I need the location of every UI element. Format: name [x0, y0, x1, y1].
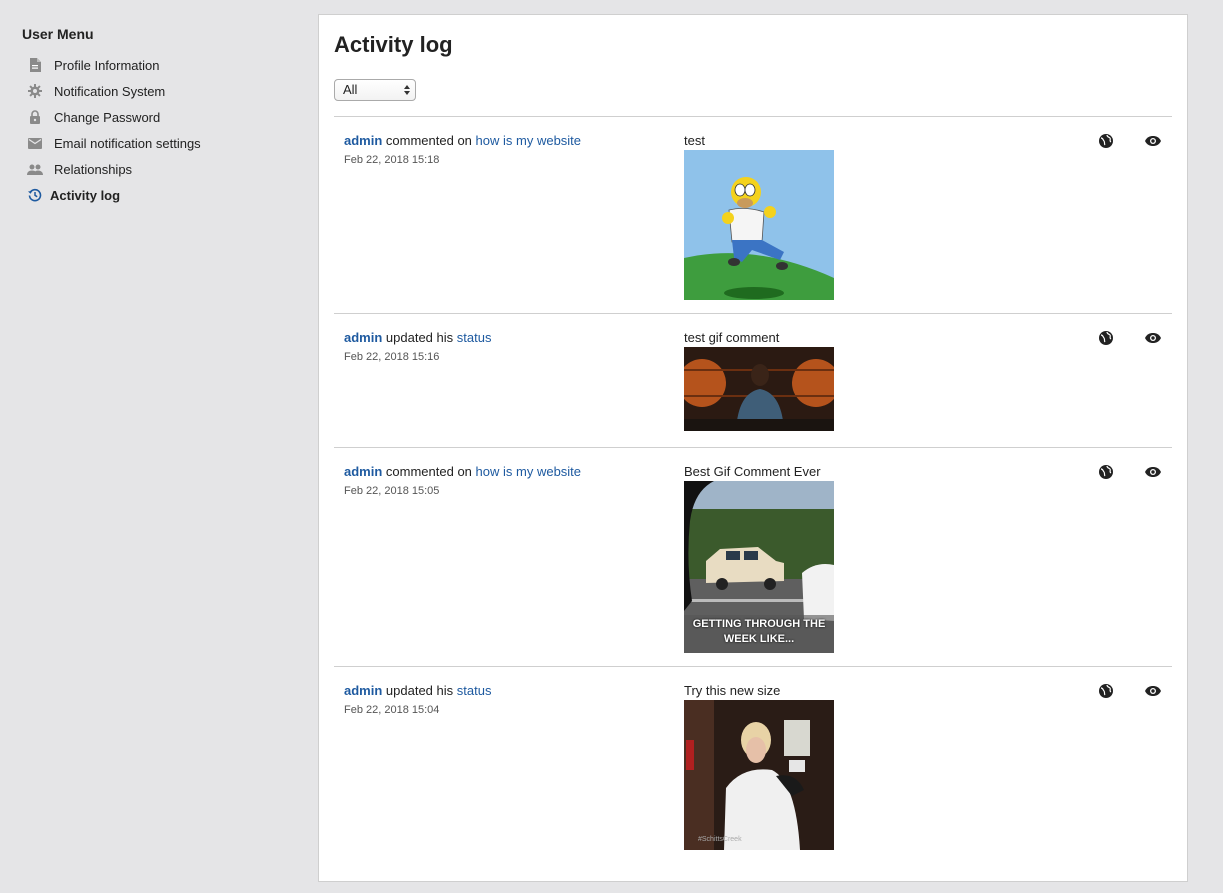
entry-action: admin commented on how is my website	[344, 133, 581, 148]
globe-icon[interactable]	[1098, 683, 1114, 699]
gif-image: GETTING THROUGH THE WEEK LIKE...	[684, 481, 834, 653]
page-title: Activity log	[334, 32, 453, 57]
globe-icon[interactable]	[1098, 464, 1114, 480]
entry-content-text: Try this new size	[684, 683, 781, 698]
user-link[interactable]: admin	[344, 464, 382, 479]
entry-action: admin updated his status	[344, 330, 491, 345]
entry-verb: commented on	[385, 133, 472, 148]
history-icon	[27, 187, 43, 203]
entry-date: Feb 22, 2018 15:05	[344, 485, 440, 497]
entry-verb: updated his	[385, 330, 454, 345]
entry-content: test	[684, 133, 834, 300]
eye-icon[interactable]	[1145, 330, 1161, 346]
sidebar-item-label: Activity log	[50, 187, 121, 203]
gif-image	[684, 347, 834, 431]
activity-entry: admin updated his status Feb 22, 2018 15…	[334, 683, 1172, 853]
entry-action: admin commented on how is my website	[344, 464, 581, 479]
divider	[334, 313, 1172, 314]
entry-content: Try this new size #SchittsCreek	[684, 683, 834, 850]
activity-entry: admin updated his status Feb 22, 2018 15…	[334, 330, 1172, 448]
divider	[334, 116, 1172, 117]
target-link[interactable]: how is my website	[476, 464, 581, 479]
globe-icon[interactable]	[1098, 133, 1114, 149]
sidebar-item-label: Profile Information	[54, 57, 160, 73]
activity-filter-select[interactable]: All	[334, 79, 416, 101]
gif-image: #SchittsCreek	[684, 700, 834, 850]
select-arrows-icon	[404, 85, 410, 95]
entry-content: Best Gif Comment Ever GETTING THROUGH TH…	[684, 464, 834, 653]
activity-entry: admin commented on how is my website Feb…	[334, 133, 1172, 300]
eye-icon[interactable]	[1145, 133, 1161, 149]
entry-date: Feb 22, 2018 15:16	[344, 351, 440, 363]
entry-content-text: test	[684, 133, 705, 148]
document-icon	[27, 57, 43, 73]
user-link[interactable]: admin	[344, 683, 382, 698]
sidebar-item-activity-log[interactable]: Activity log	[22, 182, 292, 208]
entry-action: admin updated his status	[344, 683, 491, 698]
entry-date: Feb 22, 2018 15:04	[344, 704, 440, 716]
sidebar-item-label: Notification System	[54, 83, 166, 99]
activity-entry: admin commented on how is my website Feb…	[334, 464, 1172, 654]
divider	[334, 666, 1172, 667]
filter-selected-value: All	[343, 82, 358, 97]
entry-date: Feb 22, 2018 15:18	[344, 154, 440, 166]
target-link[interactable]: status	[457, 330, 492, 345]
user-link[interactable]: admin	[344, 330, 382, 345]
sidebar-item-label: Change Password	[54, 109, 161, 125]
user-link[interactable]: admin	[344, 133, 382, 148]
user-menu-title: User Menu	[22, 26, 94, 42]
people-icon	[27, 161, 43, 177]
eye-icon[interactable]	[1145, 464, 1161, 480]
sidebar-item-email-notification-settings[interactable]: Email notification settings	[22, 130, 292, 156]
entry-content-text: Best Gif Comment Ever	[684, 464, 821, 479]
envelope-icon	[27, 135, 43, 151]
entry-verb: commented on	[385, 464, 472, 479]
entry-content: test gif comment	[684, 330, 834, 431]
sidebar-item-notification-system[interactable]: Notification System	[22, 78, 292, 104]
sidebar-item-label: Relationships	[54, 161, 133, 177]
lock-icon	[27, 109, 43, 125]
globe-icon[interactable]	[1098, 330, 1114, 346]
sidebar-item-profile-information[interactable]: Profile Information	[22, 52, 292, 78]
sidebar-item-label: Email notification settings	[54, 135, 201, 151]
divider	[334, 447, 1172, 448]
sidebar-item-change-password[interactable]: Change Password	[22, 104, 292, 130]
user-menu: User Menu Profile Information Notificati…	[22, 26, 292, 208]
eye-icon[interactable]	[1145, 683, 1161, 699]
gif-watermark: #SchittsCreek	[698, 836, 742, 843]
gif-image	[684, 150, 834, 300]
entry-verb: updated his	[385, 683, 454, 698]
entry-content-text: test gif comment	[684, 330, 780, 345]
gif-caption: GETTING THROUGH THE WEEK LIKE...	[692, 618, 826, 645]
gear-icon	[27, 83, 43, 99]
sidebar-item-relationships[interactable]: Relationships	[22, 156, 292, 182]
target-link[interactable]: how is my website	[476, 133, 581, 148]
activity-log-panel: Activity log All admin commented on how …	[318, 14, 1188, 882]
target-link[interactable]: status	[457, 683, 492, 698]
